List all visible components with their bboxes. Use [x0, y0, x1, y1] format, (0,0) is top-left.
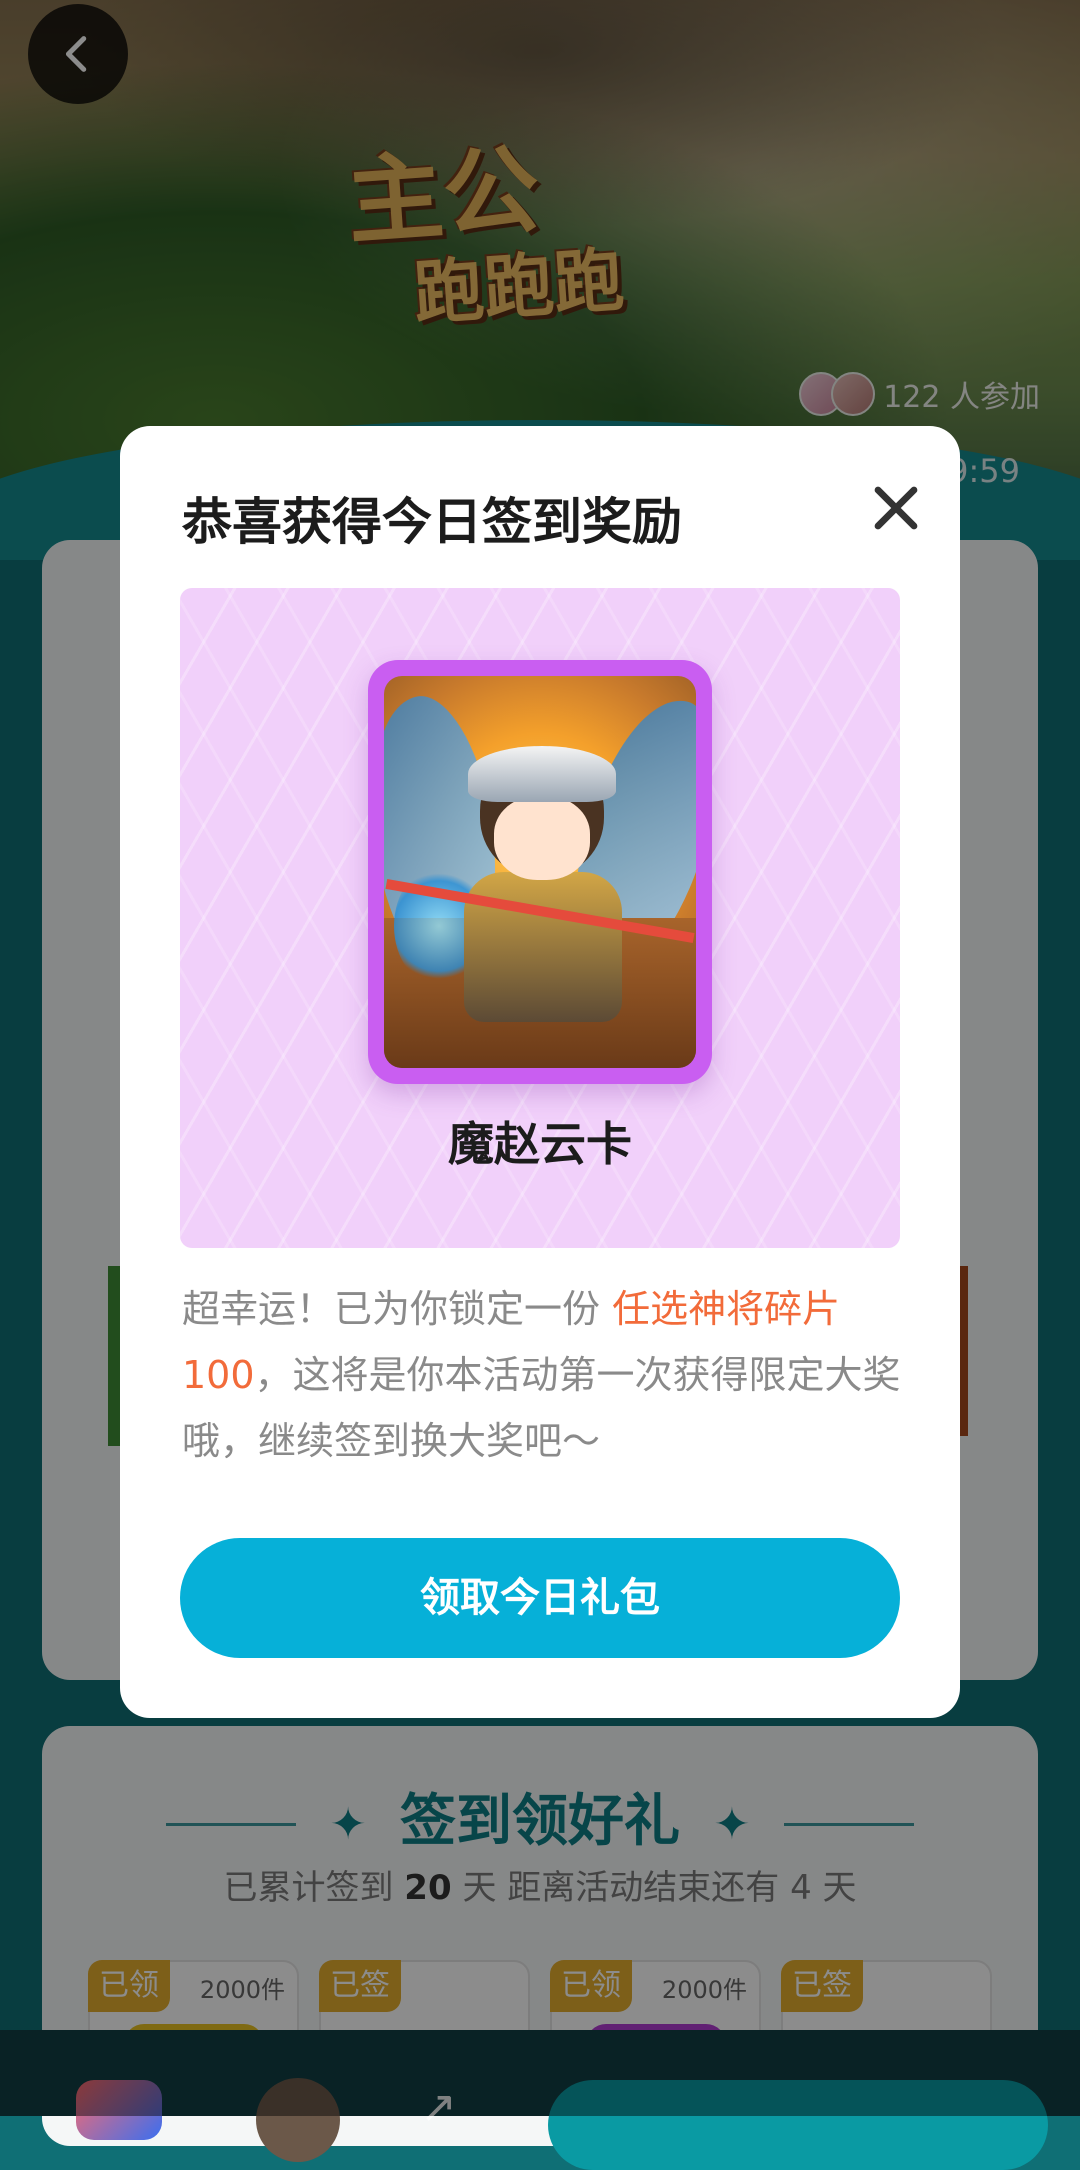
reward-dialog: 恭喜获得今日签到奖励 魔赵云卡 超幸运！已为你锁定一份 任选神将碎片100，这将…: [120, 426, 960, 1718]
card-name: 魔赵云卡: [448, 1117, 632, 1171]
hero-card-art: [384, 676, 696, 1068]
claim-gift-button[interactable]: 领取今日礼包: [180, 1538, 900, 1658]
desc-text: ，这将是你本活动第一次获得限定大奖哦，继续签到换大奖吧～: [182, 1353, 901, 1463]
reward-panel: 魔赵云卡: [180, 588, 900, 1248]
close-icon: [874, 486, 918, 530]
card-art-body: [464, 872, 622, 1022]
card-art-helmet: [468, 746, 616, 802]
desc-text: 超幸运！已为你锁定一份: [182, 1287, 613, 1331]
reward-description: 超幸运！已为你锁定一份 任选神将碎片100，这将是你本活动第一次获得限定大奖哦，…: [182, 1276, 902, 1474]
close-button[interactable]: [866, 478, 926, 538]
card-art-face: [494, 796, 590, 880]
hero-card: [368, 660, 712, 1084]
dialog-title: 恭喜获得今日签到奖励: [182, 493, 682, 551]
